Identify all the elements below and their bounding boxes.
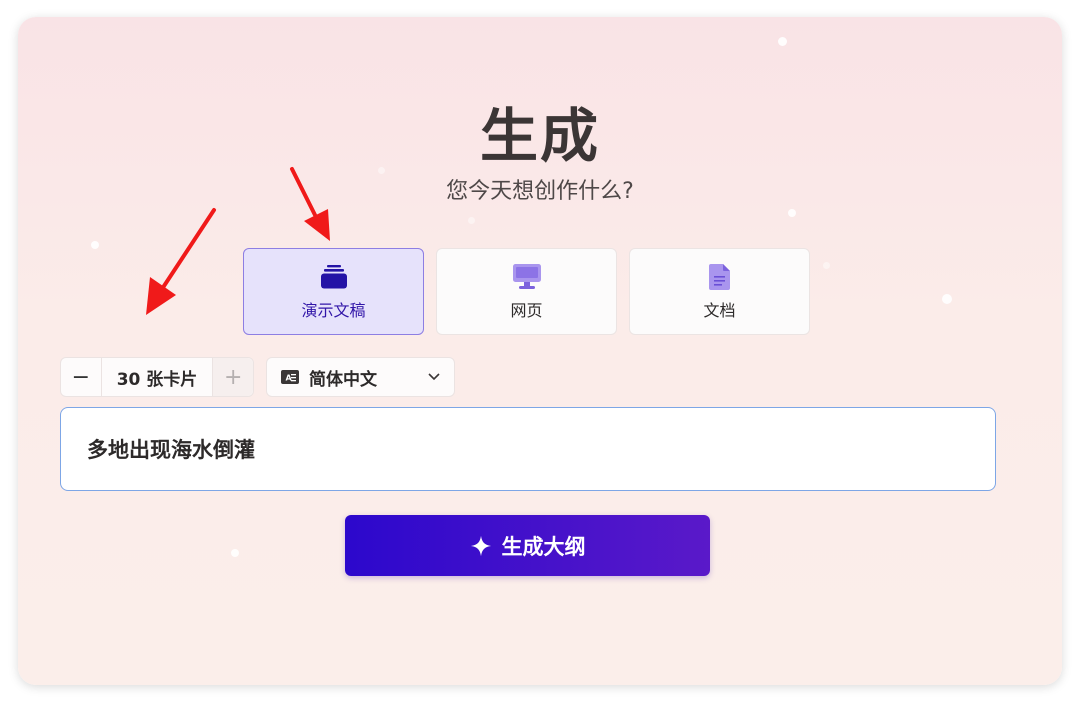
card-count-value: 30 张卡片: [100, 358, 214, 396]
content-type-document[interactable]: 文档: [629, 248, 810, 335]
language-select[interactable]: A 简体中文: [266, 357, 455, 397]
sparkle-dot: [788, 209, 796, 217]
annotation-arrow-icon: [290, 167, 330, 241]
annotation-arrow-icon: [146, 208, 216, 315]
sparkle-dot: [231, 549, 239, 557]
stack-icon: [320, 263, 348, 291]
increment-button[interactable]: +: [213, 358, 253, 396]
content-type-label: 网页: [510, 300, 543, 320]
language-value: 简体中文: [309, 369, 377, 390]
sparkle-dot: [91, 241, 99, 249]
sparkle-dot: [468, 217, 475, 224]
prompt-input[interactable]: 多地出现海水倒灌: [60, 407, 996, 491]
chevron-down-icon: [428, 373, 440, 381]
content-type-label: 文档: [703, 300, 736, 320]
content-type-webpage[interactable]: 网页: [436, 248, 617, 335]
card-count-stepper: − 30 张卡片 +: [60, 357, 254, 397]
page-title: 生成: [479, 102, 600, 170]
sparkle-icon: [470, 535, 491, 556]
monitor-icon: [512, 263, 541, 291]
document-icon: [706, 263, 734, 291]
sparkle-dot: [942, 294, 952, 304]
generate-button-label: 生成大纲: [501, 534, 586, 559]
sparkle-dot: [778, 37, 787, 46]
language-icon: A: [281, 370, 299, 384]
page-subtitle: 您今天想创作什么?: [446, 179, 634, 204]
decrement-button[interactable]: −: [61, 358, 101, 396]
content-type-label: 演示文稿: [301, 300, 366, 320]
generate-outline-button[interactable]: 生成大纲: [345, 515, 710, 576]
generate-panel: 生成 您今天想创作什么? 演示文稿 网页 文档 − 30 张卡片 + A 简体中…: [18, 17, 1062, 685]
sparkle-dot: [823, 262, 830, 269]
content-type-presentation[interactable]: 演示文稿: [243, 248, 424, 335]
